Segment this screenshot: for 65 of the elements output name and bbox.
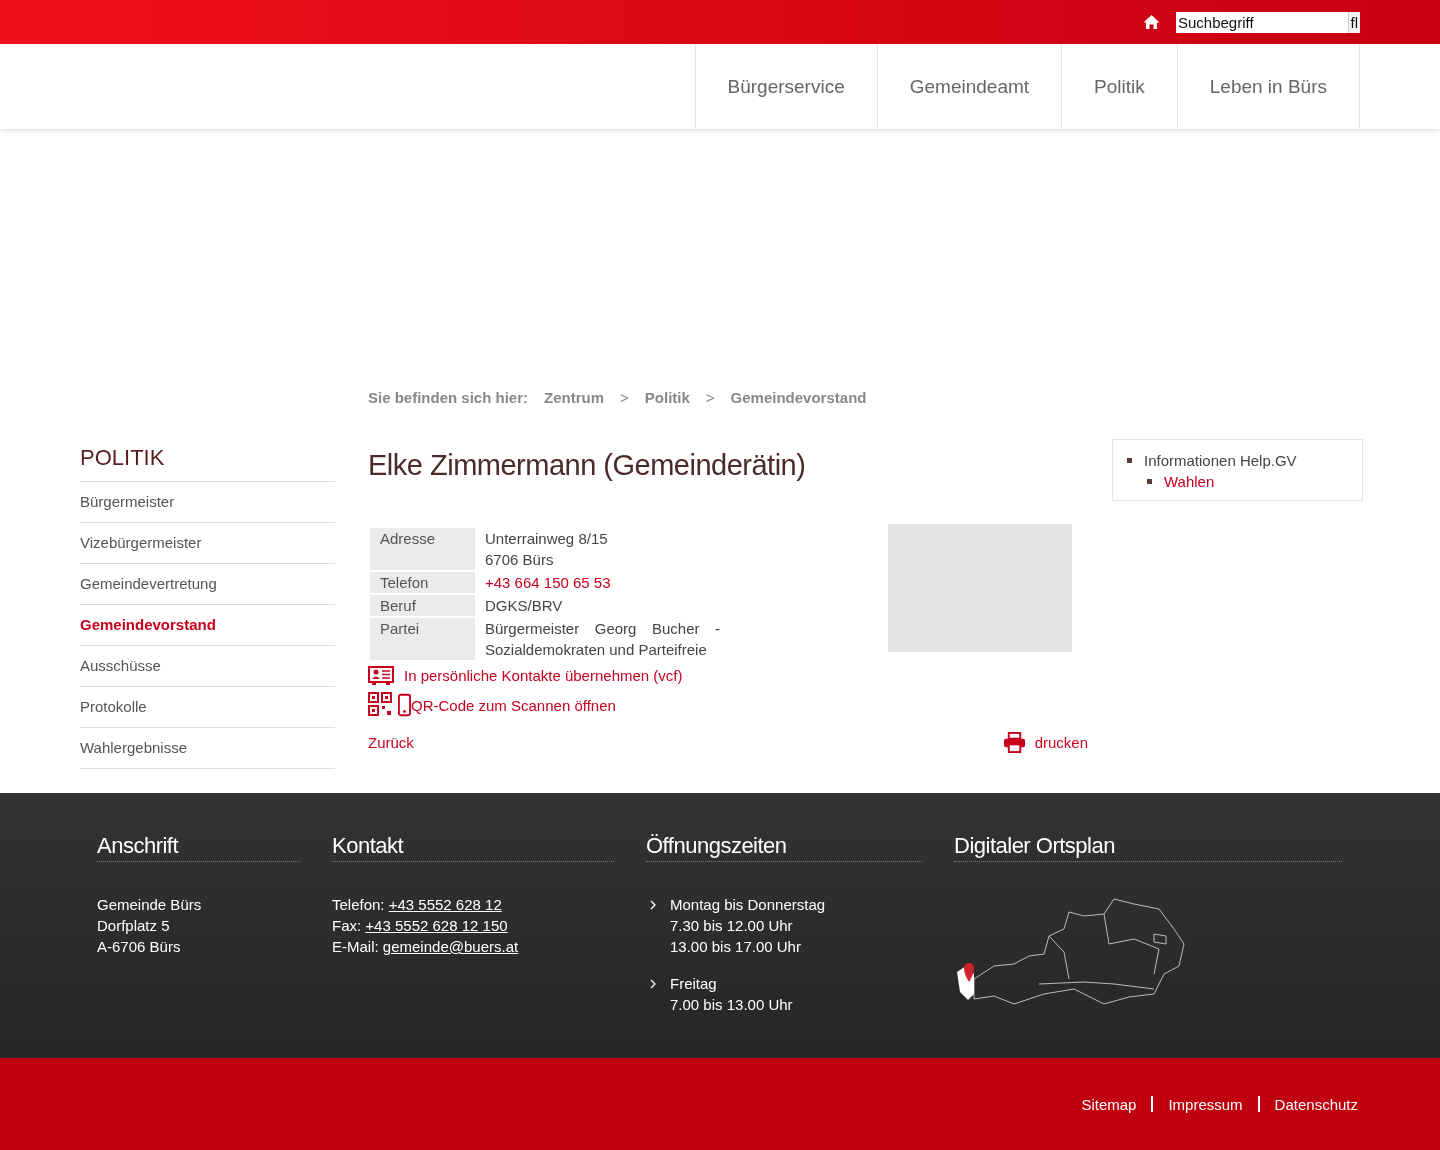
address-line: Dorfplatz 5	[97, 916, 171, 936]
nav-item[interactable]: Gemeindeamt	[876, 44, 1062, 129]
phone-icon	[398, 693, 411, 717]
footer-heading: Kontakt	[332, 833, 614, 862]
detail-value: DGKS/BRV	[485, 596, 564, 616]
detail-label: Adresse	[370, 528, 475, 570]
home-icon[interactable]	[1143, 14, 1160, 30]
opening-day: Freitag	[670, 973, 793, 994]
contact-label: E-Mail:	[332, 938, 379, 955]
sidebar-item[interactable]: Wahlergebnisse	[80, 728, 335, 769]
contact-link[interactable]: +43 5552 628 12	[388, 896, 502, 913]
nav-item[interactable]: Politik	[1061, 44, 1177, 129]
footer-link[interactable]: Datenschutz	[1274, 1095, 1358, 1113]
sidebar-title: POLITIK	[80, 439, 335, 482]
sidebar-item[interactable]: Ausschüsse	[80, 646, 335, 687]
footer-heading: Anschrift	[97, 833, 300, 862]
breadcrumb-link[interactable]: Zentrum	[544, 389, 605, 439]
contact-link[interactable]: +43 5552 628 12 150	[365, 917, 508, 934]
printer-icon	[1002, 732, 1026, 753]
sidebar-item[interactable]: Gemeindevertretung	[80, 564, 335, 605]
phone-link[interactable]: +43 664 150 65 53	[485, 572, 720, 593]
bullet-icon	[1127, 458, 1132, 463]
detail-value: Bürgermeister Georg Bucher - Sozialdemokraten und Parteifreie	[485, 619, 720, 660]
related-link[interactable]: Informationen Help.GV	[1144, 450, 1297, 471]
contact-label: Fax:	[332, 917, 362, 934]
contact-card-icon	[368, 665, 394, 685]
nav-item[interactable]: Bürgerservice	[694, 44, 877, 129]
contact-link[interactable]: gemeinde@buers.at	[382, 938, 519, 955]
sidebar-item[interactable]: Protokolle	[80, 687, 335, 728]
footer-heading: Digitaler Ortsplan	[954, 833, 1342, 862]
print-link[interactable]: drucken	[1034, 734, 1088, 751]
sidebar-item[interactable]: Gemeindevorstand	[80, 605, 335, 646]
bullet-icon	[1147, 479, 1152, 484]
sidebar-item[interactable]: Bürgermeister	[80, 482, 335, 523]
opening-time: 7.30 bis 12.00 Uhr	[670, 916, 794, 936]
address-line: Gemeinde Bürs	[97, 895, 203, 915]
chevron-right-icon	[650, 900, 656, 910]
footer-link[interactable]: Sitemap	[1081, 1095, 1137, 1113]
opening-day: Montag bis Donnerstag	[670, 894, 826, 915]
detail-label: Beruf	[370, 595, 475, 616]
chevron-right-icon	[650, 979, 656, 989]
qr-code-link[interactable]: QR-Code zum Scannen öffnen	[411, 696, 616, 714]
detail-value: Unterrainweg 8/15	[485, 529, 609, 549]
breadcrumb-link[interactable]: Gemeindevorstand	[730, 389, 867, 439]
address-line: A-6706 Bürs	[97, 937, 182, 957]
related-link[interactable]: Wahlen	[1164, 471, 1215, 492]
breadcrumb-label: Sie befinden sich hier:	[368, 389, 529, 408]
footer-heading: Öffnungszeiten	[646, 833, 922, 862]
back-link[interactable]: Zurück	[368, 734, 414, 751]
search-field[interactable]: Suchbegriff fl	[1176, 11, 1360, 33]
qr-code-icon	[368, 692, 394, 718]
nav-item[interactable]: Leben in Bürs	[1176, 44, 1360, 129]
person-title: Elke Zimmermann (Gemeinderätin)	[368, 449, 807, 482]
detail-label: Partei	[370, 618, 475, 660]
breadcrumb-separator: >	[620, 389, 629, 408]
vcf-link[interactable]: In persönliche Kontakte übernehmen (vcf)	[404, 666, 683, 684]
footer-link[interactable]: Impressum	[1168, 1095, 1243, 1113]
opening-time: 13.00 bis 17.00 Uhr	[670, 937, 802, 957]
detail-label: Telefon	[370, 572, 475, 593]
sidebar-item[interactable]: Vizebürgermeister	[80, 523, 335, 564]
breadcrumb-separator: >	[705, 389, 715, 408]
detail-value: 6706 Bürs	[485, 550, 555, 570]
breadcrumb-link[interactable]: Politik	[644, 389, 690, 439]
opening-time: 7.00 bis 13.00 Uhr	[670, 995, 793, 1015]
contact-label: Telefon:	[332, 896, 385, 913]
